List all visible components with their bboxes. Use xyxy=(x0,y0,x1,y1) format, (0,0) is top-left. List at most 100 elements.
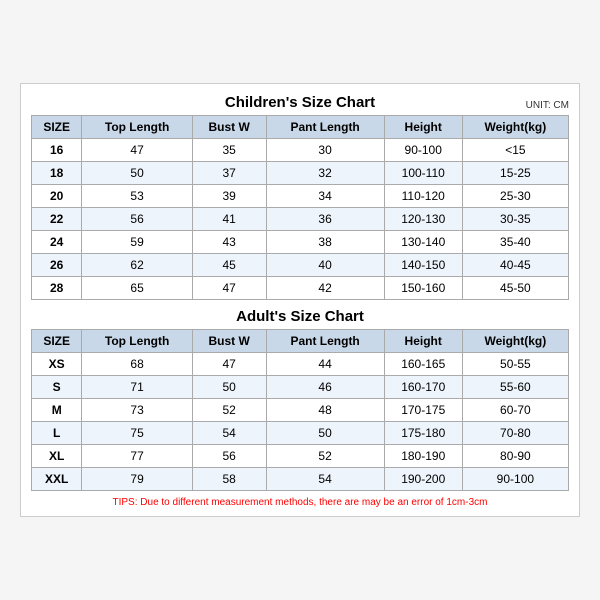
table-cell: 45 xyxy=(192,254,266,277)
table-cell: 39 xyxy=(192,185,266,208)
table-cell: 36 xyxy=(266,208,384,231)
table-row: 22564136120-13030-35 xyxy=(32,208,569,231)
table-cell: XS xyxy=(32,353,82,376)
table-row: M735248170-17560-70 xyxy=(32,399,569,422)
table-cell: 80-90 xyxy=(462,445,568,468)
table-cell: 16 xyxy=(32,139,82,162)
table-cell: 48 xyxy=(266,399,384,422)
table-cell: 38 xyxy=(266,231,384,254)
children-header-row: SIZETop LengthBust WPant LengthHeightWei… xyxy=(32,116,569,139)
adults-table-header: SIZETop LengthBust WPant LengthHeightWei… xyxy=(32,330,569,353)
table-row: XS684744160-16550-55 xyxy=(32,353,569,376)
table-cell: 47 xyxy=(82,139,192,162)
table-cell: 46 xyxy=(266,376,384,399)
adults-table-body: XS684744160-16550-55S715046160-17055-60M… xyxy=(32,353,569,491)
table-cell: 120-130 xyxy=(384,208,462,231)
table-cell: 60-70 xyxy=(462,399,568,422)
table-cell: 54 xyxy=(192,422,266,445)
children-header-cell: Top Length xyxy=(82,116,192,139)
table-cell: 100-110 xyxy=(384,162,462,185)
table-cell: 90-100 xyxy=(462,468,568,491)
adults-header-cell: Pant Length xyxy=(266,330,384,353)
table-cell: 170-175 xyxy=(384,399,462,422)
table-cell: <15 xyxy=(462,139,568,162)
table-cell: 52 xyxy=(266,445,384,468)
table-cell: 30-35 xyxy=(462,208,568,231)
table-cell: 45-50 xyxy=(462,277,568,300)
adults-header-cell: Top Length xyxy=(82,330,192,353)
adults-title: Adult's Size Chart xyxy=(236,308,364,325)
table-cell: 52 xyxy=(192,399,266,422)
adults-header-cell: Weight(kg) xyxy=(462,330,568,353)
table-cell: 15-25 xyxy=(462,162,568,185)
table-cell: 26 xyxy=(32,254,82,277)
table-cell: 160-170 xyxy=(384,376,462,399)
table-row: 1647353090-100<15 xyxy=(32,139,569,162)
unit-label: UNIT: CM xyxy=(526,100,569,111)
children-header-cell: Weight(kg) xyxy=(462,116,568,139)
table-row: XL775652180-19080-90 xyxy=(32,445,569,468)
table-cell: 180-190 xyxy=(384,445,462,468)
table-cell: 50 xyxy=(266,422,384,445)
table-cell: XXL xyxy=(32,468,82,491)
table-cell: 150-160 xyxy=(384,277,462,300)
table-cell: 40 xyxy=(266,254,384,277)
table-row: 18503732100-11015-25 xyxy=(32,162,569,185)
table-cell: 68 xyxy=(82,353,192,376)
table-cell: 18 xyxy=(32,162,82,185)
table-cell: 59 xyxy=(82,231,192,254)
table-cell: 56 xyxy=(192,445,266,468)
table-cell: 37 xyxy=(192,162,266,185)
children-header-cell: Height xyxy=(384,116,462,139)
table-cell: 130-140 xyxy=(384,231,462,254)
children-table-header: SIZETop LengthBust WPant LengthHeightWei… xyxy=(32,116,569,139)
table-cell: 58 xyxy=(192,468,266,491)
table-row: S715046160-17055-60 xyxy=(32,376,569,399)
table-cell: 50-55 xyxy=(462,353,568,376)
table-cell: 20 xyxy=(32,185,82,208)
table-cell: 34 xyxy=(266,185,384,208)
table-cell: XL xyxy=(32,445,82,468)
table-cell: 71 xyxy=(82,376,192,399)
table-row: 26624540140-15040-45 xyxy=(32,254,569,277)
table-cell: 62 xyxy=(82,254,192,277)
chart-container: Children's Size Chart UNIT: CM SIZETop L… xyxy=(20,83,580,517)
table-cell: M xyxy=(32,399,82,422)
table-row: XXL795854190-20090-100 xyxy=(32,468,569,491)
table-cell: 190-200 xyxy=(384,468,462,491)
children-title-row: Children's Size Chart UNIT: CM xyxy=(31,94,569,111)
table-cell: 75 xyxy=(82,422,192,445)
table-cell: 32 xyxy=(266,162,384,185)
table-cell: 175-180 xyxy=(384,422,462,445)
table-cell: 41 xyxy=(192,208,266,231)
adults-header-cell: SIZE xyxy=(32,330,82,353)
table-row: 24594338130-14035-40 xyxy=(32,231,569,254)
table-row: 28654742150-16045-50 xyxy=(32,277,569,300)
table-cell: 73 xyxy=(82,399,192,422)
adults-title-row: Adult's Size Chart xyxy=(31,308,569,325)
table-cell: 79 xyxy=(82,468,192,491)
table-cell: 56 xyxy=(82,208,192,231)
table-cell: 50 xyxy=(82,162,192,185)
table-row: 20533934110-12025-30 xyxy=(32,185,569,208)
children-table: SIZETop LengthBust WPant LengthHeightWei… xyxy=(31,115,569,300)
table-cell: 160-165 xyxy=(384,353,462,376)
table-cell: 90-100 xyxy=(384,139,462,162)
table-cell: 30 xyxy=(266,139,384,162)
table-cell: 110-120 xyxy=(384,185,462,208)
table-cell: 25-30 xyxy=(462,185,568,208)
table-cell: 42 xyxy=(266,277,384,300)
table-cell: 50 xyxy=(192,376,266,399)
table-cell: 35 xyxy=(192,139,266,162)
table-cell: L xyxy=(32,422,82,445)
children-title: Children's Size Chart xyxy=(225,94,375,111)
table-cell: 54 xyxy=(266,468,384,491)
adults-header-cell: Height xyxy=(384,330,462,353)
table-cell: 70-80 xyxy=(462,422,568,445)
table-cell: 24 xyxy=(32,231,82,254)
table-cell: S xyxy=(32,376,82,399)
table-cell: 35-40 xyxy=(462,231,568,254)
adults-header-cell: Bust W xyxy=(192,330,266,353)
table-cell: 77 xyxy=(82,445,192,468)
table-cell: 65 xyxy=(82,277,192,300)
